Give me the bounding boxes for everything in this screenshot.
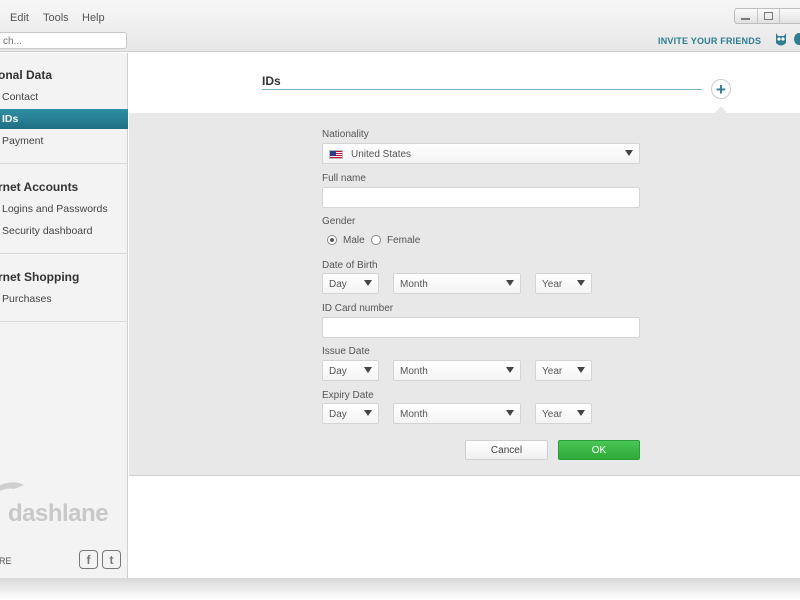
dob-year-select[interactable]: Year [535, 273, 592, 294]
minimize-button[interactable] [735, 9, 758, 23]
add-id-button[interactable]: + [711, 79, 731, 99]
chevron-down-icon [506, 280, 514, 286]
ok-button[interactable]: OK [558, 440, 640, 460]
sidebar-item-ids[interactable]: IDs [0, 109, 128, 129]
menu-tools[interactable]: Tools [43, 12, 69, 24]
main-panel: IDs + Nationality United States Full nam… [129, 53, 800, 578]
maximize-button[interactable] [758, 9, 781, 23]
gender-female-label: Female [387, 235, 421, 246]
cancel-button[interactable]: Cancel [465, 440, 548, 460]
chevron-down-icon [577, 410, 585, 416]
issue-year-select[interactable]: Year [535, 360, 592, 381]
idcard-label: ID Card number [322, 303, 394, 314]
chevron-down-icon [506, 367, 514, 373]
chevron-down-icon [364, 280, 372, 286]
us-flag-icon [329, 150, 343, 159]
fullname-input[interactable] [322, 187, 640, 208]
expiry-day-select[interactable]: Day [322, 403, 379, 424]
dob-day-value: Day [329, 279, 347, 290]
issue-month-select[interactable]: Month [393, 360, 521, 381]
minimize-icon [741, 17, 751, 20]
issue-month-value: Month [400, 366, 428, 377]
idcard-input[interactable] [322, 317, 640, 338]
menu-help[interactable]: Help [82, 12, 105, 24]
gender-male-radio[interactable] [327, 235, 337, 245]
gender-male-label: Male [343, 235, 365, 246]
sidebar-section-internet-accounts: rnet Accounts [0, 180, 79, 194]
chevron-down-icon [364, 367, 372, 373]
chevron-down-icon [364, 410, 372, 416]
title-bar: Edit Tools Help INVITE YOUR FRIENDS [0, 0, 800, 52]
chevron-down-icon [506, 410, 514, 416]
expiry-month-value: Month [400, 409, 428, 420]
sidebar-item-payment[interactable]: Payment [0, 131, 128, 151]
chevron-down-icon [577, 280, 585, 286]
id-form: Nationality United States Full name Gend… [129, 113, 800, 476]
nationality-label: Nationality [322, 129, 369, 140]
page-title: IDs [262, 74, 281, 88]
window-shadow [0, 578, 800, 600]
sidebar-divider [0, 321, 128, 322]
facebook-icon[interactable]: f [79, 550, 98, 569]
sidebar-divider [0, 163, 128, 164]
issue-date-label: Issue Date [322, 346, 370, 357]
dob-month-value: Month [400, 279, 428, 290]
search-input[interactable] [0, 32, 127, 49]
gender-label: Gender [322, 216, 356, 227]
title-underline [262, 89, 702, 90]
share-label: RE [0, 556, 12, 566]
sidebar: onal Data Contact IDs Payment rnet Accou… [0, 53, 128, 578]
expiry-month-select[interactable]: Month [393, 403, 521, 424]
account-icon[interactable] [794, 33, 800, 45]
nationality-select[interactable]: United States [322, 143, 640, 164]
gender-female-radio[interactable] [371, 235, 381, 245]
dob-day-select[interactable]: Day [322, 273, 379, 294]
chevron-down-icon [577, 367, 585, 373]
pointer-arrow [715, 106, 727, 113]
sidebar-divider [0, 253, 128, 254]
plus-icon: + [716, 79, 726, 99]
sidebar-section-personal-data: onal Data [0, 68, 53, 82]
sidebar-item-security-dashboard[interactable]: Security dashboard [0, 221, 128, 241]
expiry-date-label: Expiry Date [322, 390, 374, 401]
invite-friends-link[interactable]: INVITE YOUR FRIENDS [658, 36, 761, 46]
dob-month-select[interactable]: Month [393, 273, 521, 294]
expiry-year-value: Year [542, 409, 563, 420]
nationality-value: United States [351, 149, 412, 160]
dashlane-logo-text: dashlane [8, 500, 109, 527]
sidebar-item-contact[interactable]: Contact [0, 87, 128, 107]
close-button[interactable] [780, 9, 800, 23]
expiry-day-value: Day [329, 409, 347, 420]
window-controls [734, 8, 800, 24]
twitter-icon[interactable]: t [102, 550, 121, 569]
chevron-down-icon [625, 150, 633, 156]
sidebar-item-purchases[interactable]: Purchases [0, 289, 128, 309]
issue-day-select[interactable]: Day [322, 360, 379, 381]
dob-label: Date of Birth [322, 260, 378, 271]
sidebar-item-logins[interactable]: Logins and Passwords [0, 199, 128, 219]
maximize-icon [764, 12, 773, 20]
fullname-label: Full name [322, 173, 366, 184]
sidebar-section-internet-shopping: rnet Shopping [0, 270, 80, 284]
issue-year-value: Year [542, 366, 563, 377]
owl-icon[interactable] [774, 31, 788, 47]
dob-year-value: Year [542, 279, 563, 290]
issue-day-value: Day [329, 366, 347, 377]
menu-edit[interactable]: Edit [10, 12, 29, 24]
expiry-year-select[interactable]: Year [535, 403, 592, 424]
